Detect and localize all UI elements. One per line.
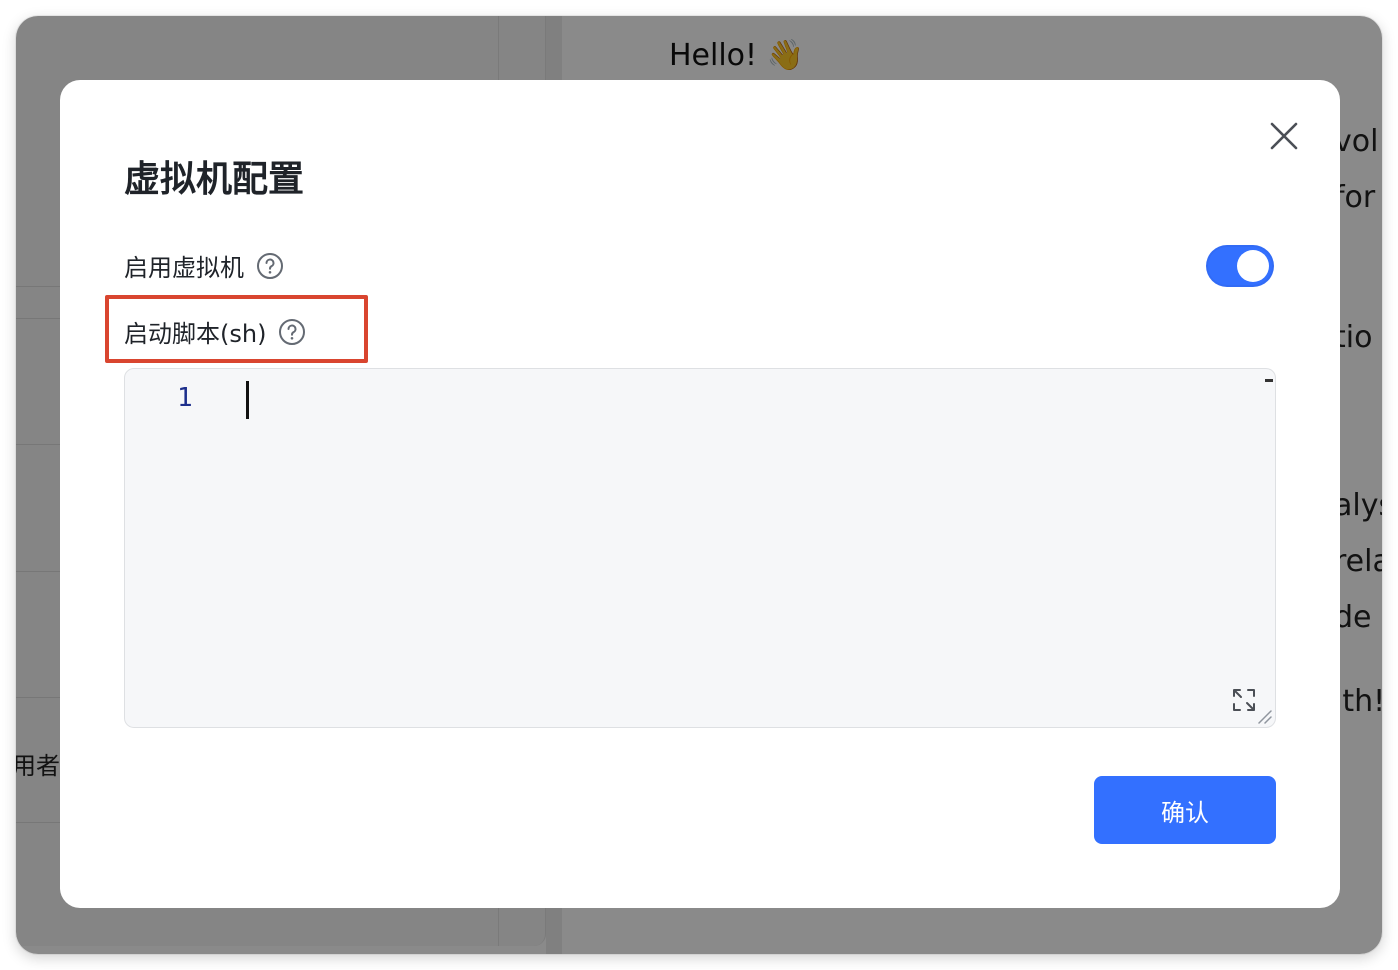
vm-config-dialog: 虚拟机配置 启用虚拟机 启动脚本(sh) 1 确认: [60, 80, 1340, 908]
resize-grip-icon[interactable]: [1255, 707, 1273, 725]
text-caret: [246, 381, 249, 419]
confirm-button[interactable]: 确认: [1094, 776, 1276, 844]
enable-vm-label: 启用虚拟机: [124, 254, 244, 282]
startup-script-editor[interactable]: 1: [124, 368, 1276, 728]
line-number: 1: [177, 383, 193, 413]
enable-vm-toggle[interactable]: [1206, 245, 1274, 287]
close-button[interactable]: [1266, 118, 1302, 154]
expand-icon[interactable]: [1231, 687, 1257, 713]
dialog-title: 虚拟机配置: [124, 159, 305, 200]
editor-marker: [1265, 379, 1273, 382]
startup-script-label: 启动脚本(sh): [124, 320, 267, 348]
toggle-knob: [1237, 250, 1269, 282]
enable-vm-label-row: 启用虚拟机: [124, 248, 284, 283]
close-icon: [1270, 122, 1298, 150]
startup-script-label-row: 启动脚本(sh): [124, 314, 306, 349]
question-circle-icon[interactable]: [278, 318, 306, 346]
question-circle-icon[interactable]: [256, 252, 284, 280]
